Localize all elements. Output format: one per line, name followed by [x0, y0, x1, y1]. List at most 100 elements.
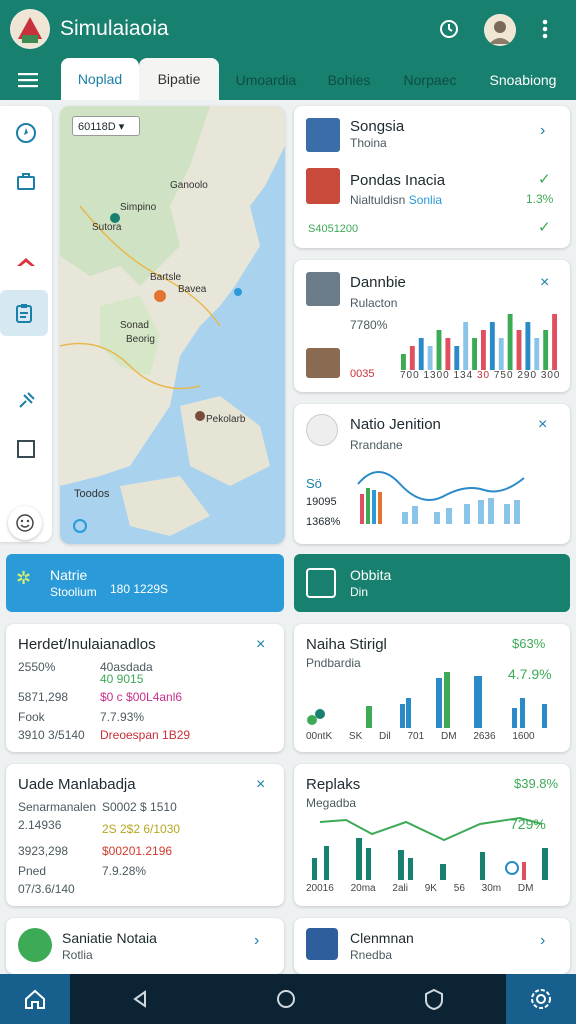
chart-bar — [401, 354, 406, 370]
chevron-right-icon[interactable]: › — [540, 122, 545, 140]
map-dropdown[interactable]: 60118D ▾ — [72, 116, 140, 136]
warehouse-icon — [306, 348, 340, 378]
card-clenmnan[interactable]: Clenmnan Rnedba › — [294, 918, 570, 974]
tab-noplad[interactable]: Noplad — [61, 58, 139, 100]
chart-bar — [427, 346, 433, 370]
close-icon[interactable]: × — [256, 776, 265, 794]
side-value: 19095 — [306, 496, 337, 508]
chart-bar — [418, 338, 424, 370]
tab-umoardia[interactable]: Umoardia — [226, 60, 306, 100]
card-value: $39.8% — [514, 776, 559, 791]
map-label: Simpino — [120, 202, 157, 213]
home-icon[interactable] — [0, 974, 70, 1024]
card-natio[interactable]: Natio Jenition Rrandane × Sö 19095 1368% — [294, 404, 570, 544]
close-icon[interactable]: × — [538, 416, 547, 434]
bar-chart — [401, 314, 557, 370]
map-label: Bartsle — [150, 272, 182, 283]
card-subtitle: Rulacton — [350, 296, 398, 310]
menu-icon[interactable] — [15, 67, 41, 93]
shield-icon[interactable] — [404, 974, 464, 1024]
bottom-nav — [0, 974, 576, 1024]
tab-bipatie[interactable]: Bipatie — [139, 58, 219, 100]
banner-natrie[interactable]: ✲ Natrie Stoolium 180 1229S — [6, 554, 284, 612]
row-value: Dreoespan 1B29 — [100, 728, 191, 742]
chart-bar — [409, 346, 415, 370]
card-title: Herdet/Inulaianadlos — [18, 636, 156, 653]
pin-icon[interactable] — [8, 384, 44, 418]
briefcase-icon[interactable] — [8, 164, 44, 198]
row-label: 5871,298 — [18, 690, 69, 704]
checkbox-icon[interactable] — [8, 432, 44, 466]
tab-bar: Noplad Bipatie Umoardia Bohies Norpaec S… — [0, 58, 576, 100]
map-label: Pekolarb — [206, 414, 246, 425]
card-herdet[interactable]: Herdet/Inulaianadlos × 2550% 40asdada 40… — [6, 624, 284, 752]
chart-bar — [552, 314, 557, 370]
check-icon: ✓ — [538, 171, 551, 188]
card-title: Saniatie Notaia — [62, 930, 157, 946]
close-icon[interactable]: × — [540, 274, 549, 292]
face-icon[interactable] — [8, 506, 42, 540]
chart-axis-labels: 700 1300 134 30 750 290 300 — [400, 370, 561, 381]
row-label: 2550% — [18, 660, 56, 674]
lighthouse-icon — [306, 414, 338, 446]
card-subtitle: Thoina — [350, 136, 387, 150]
card-naiha[interactable]: Naiha Stirigl Pndbardia $63% 4.7.9% 00nt… — [294, 624, 570, 752]
chevron-right-icon[interactable]: › — [540, 932, 545, 950]
card-value: $63% — [512, 636, 546, 651]
close-icon[interactable]: × — [256, 636, 265, 654]
banner-obbita[interactable]: Obbita Din — [294, 554, 570, 612]
temple-icon — [306, 168, 340, 204]
map-view[interactable]: 60118D ▾ Ganoolo Simpino Sutora Bartsle … — [60, 106, 285, 544]
row-label: Pned — [18, 864, 47, 878]
row-value: $00201.2196 — [102, 844, 173, 858]
check-icon: ✓ — [538, 219, 551, 236]
chart-bar — [543, 330, 549, 370]
percent-value: 1.3% — [526, 192, 554, 206]
chart-axis-labels: 20016 20ma 2ali 9K 56 30m DM — [306, 883, 534, 894]
app-logo-icon — [10, 9, 50, 49]
settings-icon[interactable] — [506, 974, 576, 1024]
factory-icon — [306, 272, 340, 306]
sidebar — [0, 106, 52, 542]
more-vert-icon[interactable] — [532, 16, 558, 42]
banner-value: 180 1229S — [110, 582, 169, 596]
clipboard-icon[interactable] — [0, 290, 48, 336]
row-label: Fook — [18, 710, 45, 724]
row-label: 3910 3/5140 — [18, 728, 85, 742]
avatar[interactable] — [484, 14, 516, 46]
tab-snoabiong[interactable]: Snoabiong — [478, 60, 568, 100]
circle-home-icon[interactable] — [256, 974, 316, 1024]
compass-icon[interactable] — [8, 116, 44, 150]
card-title: Uade Manlabadja — [18, 776, 136, 793]
side-value: 1368% — [306, 516, 341, 528]
app-bar: Simulaiaoia — [0, 0, 576, 60]
card-footer: S4051200 — [308, 223, 359, 235]
chevron-icon[interactable]: › — [254, 932, 259, 950]
chart-bar — [525, 322, 531, 370]
card-subtitle: Rrandane — [350, 438, 403, 452]
tab-norpaec[interactable]: Norpaec — [392, 60, 468, 100]
tab-bohies[interactable]: Bohies — [314, 60, 384, 100]
chart-bar — [436, 330, 442, 370]
row-value: 7.9.28% — [102, 864, 147, 878]
card-title: Natio Jenition — [350, 416, 441, 433]
row-value: 2S 2$2 6/1030 — [102, 822, 181, 836]
card-pondas[interactable]: Songsia Thoina › Pondas Inacia Nialtuldi… — [294, 106, 570, 248]
banner-subtitle: Stoolium — [50, 585, 97, 599]
card-uade[interactable]: Uade Manlabadja × Senarmanalen S0002 $ 1… — [6, 764, 284, 906]
timer-icon[interactable] — [436, 16, 462, 42]
map-label: Beorig — [126, 334, 155, 345]
chart-axis-labels: 00ntK SK Dil 701 DM 2636 1600 — [306, 731, 535, 742]
side-value: Sö — [306, 476, 322, 491]
card-footer: 0035 — [350, 368, 375, 380]
chart-bar — [481, 330, 486, 370]
card-dannbie[interactable]: Dannbie Rulacton 7780% × 0035 700 1300 1… — [294, 260, 570, 392]
banner-title: Natrie — [50, 567, 88, 583]
home-icon[interactable] — [8, 248, 44, 282]
card-replaks[interactable]: Replaks Megadba $39.8% 729% 20016 20ma 2… — [294, 764, 570, 906]
back-icon[interactable] — [110, 974, 170, 1024]
chart-bar — [472, 338, 477, 370]
map-label: Bavea — [178, 284, 207, 295]
card-saniatie[interactable]: Saniatie Notaia Rotlia › — [6, 918, 284, 974]
chart-bar — [498, 338, 504, 370]
